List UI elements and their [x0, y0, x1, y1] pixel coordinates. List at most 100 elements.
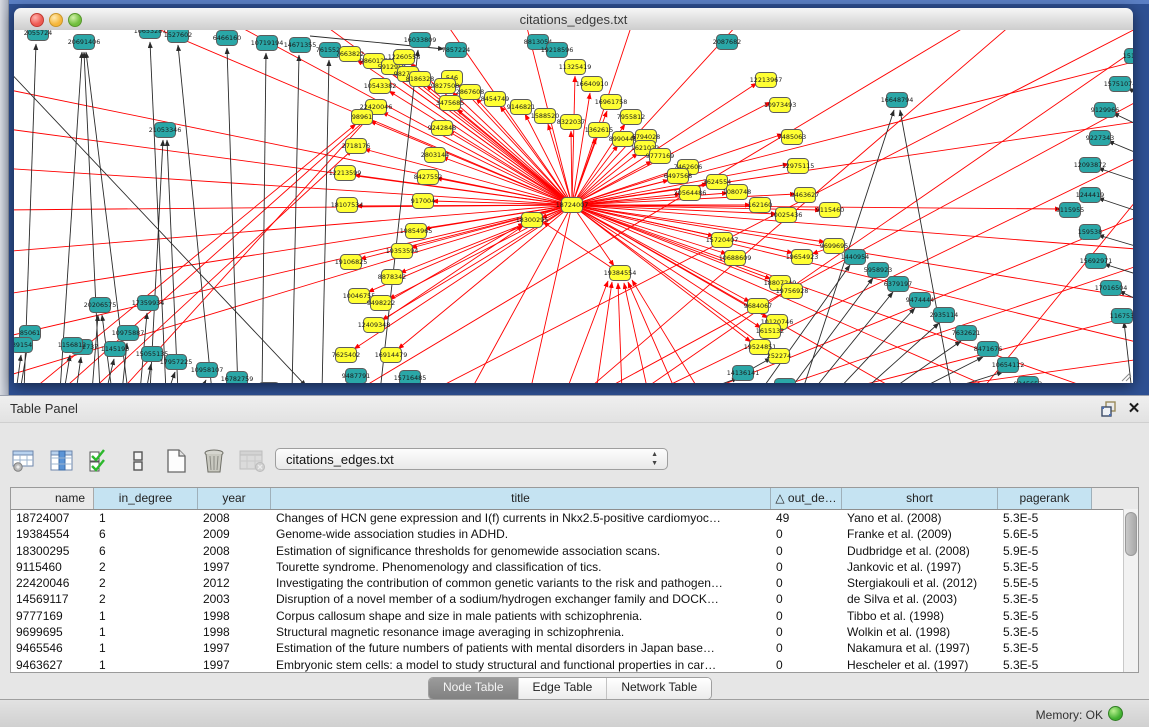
table-cell[interactable]: 5.9E-5 — [998, 543, 1092, 559]
table-cell[interactable]: 5.3E-5 — [998, 510, 1092, 526]
graph-node[interactable]: 9684067 — [744, 299, 772, 314]
column-header-0[interactable]: name — [11, 488, 94, 509]
tab-node-table[interactable]: Node Table — [429, 678, 519, 699]
table-cell[interactable]: 14569117 — [11, 591, 94, 607]
table-cell[interactable]: 5.3E-5 — [998, 657, 1092, 673]
graph-node[interactable]: 9115460 — [816, 203, 844, 218]
table-cell[interactable]: Changes of HCN gene expression and I(f) … — [271, 510, 771, 526]
graph-node[interactable]: 8322037 — [557, 115, 585, 130]
table-cell[interactable]: 0 — [771, 575, 842, 591]
table-cell[interactable]: 9777169 — [11, 608, 94, 624]
column-header-2[interactable]: year — [198, 488, 271, 509]
graph-node[interactable]: 11325419 — [559, 60, 592, 75]
graph-node[interactable]: 12093872 — [1074, 158, 1107, 173]
table-cell[interactable]: 1 — [94, 657, 198, 673]
table-cell[interactable]: 5.6E-5 — [998, 526, 1092, 542]
table-row[interactable]: 1872400712008Changes of HCN gene express… — [11, 510, 1138, 526]
table-cell[interactable]: Tourette syndrome. Phenomenology and cla… — [271, 559, 771, 575]
table-cell[interactable]: Nakamura et al. (1997) — [842, 640, 998, 656]
graph-node[interactable]: 15751074 — [1104, 77, 1133, 92]
graph-node[interactable]: 18107534 — [331, 198, 364, 213]
table-cell[interactable]: 1 — [94, 624, 198, 640]
table-cell[interactable]: 0 — [771, 543, 842, 559]
column-header-5[interactable]: short — [842, 488, 998, 509]
table-cell[interactable]: Tibbo et al. (1998) — [842, 608, 998, 624]
column-header-4[interactable]: △ out_de… — [771, 488, 842, 509]
table-cell[interactable]: de Silva et al. (2003) — [842, 591, 998, 607]
table-cell[interactable]: 2008 — [198, 510, 271, 526]
table-cell[interactable]: 9465546 — [11, 640, 94, 656]
graph-node[interactable]: 12213599 — [329, 166, 362, 181]
table-cell[interactable]: 0 — [771, 591, 842, 607]
graph-node[interactable]: 8878342 — [378, 270, 406, 285]
graph-node[interactable]: 2055724 — [24, 30, 52, 41]
graph-node[interactable]: 16914479 — [375, 348, 408, 363]
graph-node[interactable]: 19106825 — [335, 255, 368, 270]
graph-node[interactable]: 14671355 — [284, 38, 317, 53]
graph-node[interactable]: 19384554 — [604, 266, 637, 281]
graph-node[interactable]: 1244419 — [1076, 188, 1104, 203]
network-window-titlebar[interactable]: citations_edges.txt — [14, 8, 1133, 31]
close-panel-icon[interactable]: ✕ — [1126, 399, 1142, 417]
graph-node[interactable]: 8427552 — [414, 170, 442, 185]
table-cell[interactable]: 2008 — [198, 543, 271, 559]
graph-node[interactable]: 10975887 — [112, 326, 145, 341]
graph-node[interactable]: 3475685 — [436, 96, 464, 111]
graph-node[interactable]: 2935114 — [930, 308, 958, 323]
table-cell[interactable]: 9115460 — [11, 559, 94, 575]
table-row[interactable]: 911546021997Tourette syndrome. Phenomeno… — [11, 559, 1138, 575]
graph-node[interactable]: 9487791 — [342, 369, 370, 384]
graph-node[interactable]: 9245652 — [1014, 377, 1042, 384]
table-cell[interactable]: Jankovic et al. (1997) — [842, 559, 998, 575]
graph-node[interactable]: 20691406 — [68, 35, 101, 50]
graph-node[interactable]: 1080748 — [723, 185, 751, 200]
table-cell[interactable]: 0 — [771, 624, 842, 640]
graph-node[interactable]: 12409348 — [358, 318, 391, 333]
table-cell[interactable]: Estimation of the future numbers of pati… — [271, 640, 771, 656]
graph-node[interactable]: 9242848 — [428, 121, 456, 136]
graph-node[interactable]: 9463627 — [791, 188, 819, 203]
graph-node[interactable]: 9115955 — [1056, 203, 1084, 218]
new-table-icon[interactable] — [162, 447, 190, 475]
table-cell[interactable]: Genome-wide association studies in ADHD. — [271, 526, 771, 542]
network-canvas[interactable]: 2055724206914061065328715276026466160107… — [14, 30, 1133, 383]
table-cell[interactable]: 0 — [771, 640, 842, 656]
graph-node[interactable]: 6497568 — [664, 169, 692, 184]
graph-node[interactable]: 15716485 — [394, 371, 427, 384]
table-cell[interactable]: 5.3E-5 — [998, 640, 1092, 656]
table-cell[interactable]: Embryonic stem cells: a model to study s… — [271, 657, 771, 673]
table-cell[interactable]: Hescheler et al. (1997) — [842, 657, 998, 673]
graph-node[interactable]: 19654923 — [786, 250, 819, 265]
graph-node[interactable]: 7625402 — [332, 348, 360, 363]
table-cell[interactable]: 1997 — [198, 559, 271, 575]
table-cell[interactable]: 0 — [771, 559, 842, 575]
graph-node[interactable]: 12975115 — [782, 159, 815, 174]
graph-node[interactable]: 1527602 — [164, 30, 192, 43]
table-row[interactable]: 946362711997Embryonic stem cells: a mode… — [11, 657, 1138, 673]
table-row[interactable]: 946554611997Estimation of the future num… — [11, 640, 1138, 656]
graph-node[interactable]: 10654112 — [992, 358, 1025, 373]
table-cell[interactable]: Investigating the contribution of common… — [271, 575, 771, 591]
table-cell[interactable]: Estimation of significance thresholds fo… — [271, 543, 771, 559]
float-panel-icon[interactable] — [1101, 401, 1117, 417]
table-cell[interactable]: 2009 — [198, 526, 271, 542]
graph-node[interactable]: 2718176 — [342, 139, 370, 154]
table-cell[interactable]: 5.3E-5 — [998, 624, 1092, 640]
select-all-icon[interactable] — [86, 447, 114, 475]
table-row[interactable]: 2242004622012Investigating the contribut… — [11, 575, 1138, 591]
table-cell[interactable]: 19384554 — [11, 526, 94, 542]
table-cell[interactable]: 1998 — [198, 608, 271, 624]
graph-node[interactable]: 98961 — [352, 110, 373, 125]
west-panel-divider[interactable] — [0, 0, 9, 395]
table-cell[interactable]: 2 — [94, 591, 198, 607]
table-row[interactable]: 1456911722003Disruption of a novel membe… — [11, 591, 1138, 607]
tab-network-table[interactable]: Network Table — [607, 678, 711, 699]
table-selector-combobox[interactable]: citations_edges.txt ▲▼ — [275, 448, 668, 470]
table-settings-icon[interactable] — [10, 447, 38, 475]
graph-node[interactable]: 9129966 — [1091, 103, 1119, 118]
row-height-icon[interactable] — [124, 447, 152, 475]
graph-node[interactable]: 7485063 — [778, 130, 806, 145]
table-cell[interactable]: 5.3E-5 — [998, 559, 1092, 575]
table-cell[interactable]: 5.3E-5 — [998, 608, 1092, 624]
graph-node[interactable]: 10653287 — [134, 30, 167, 39]
